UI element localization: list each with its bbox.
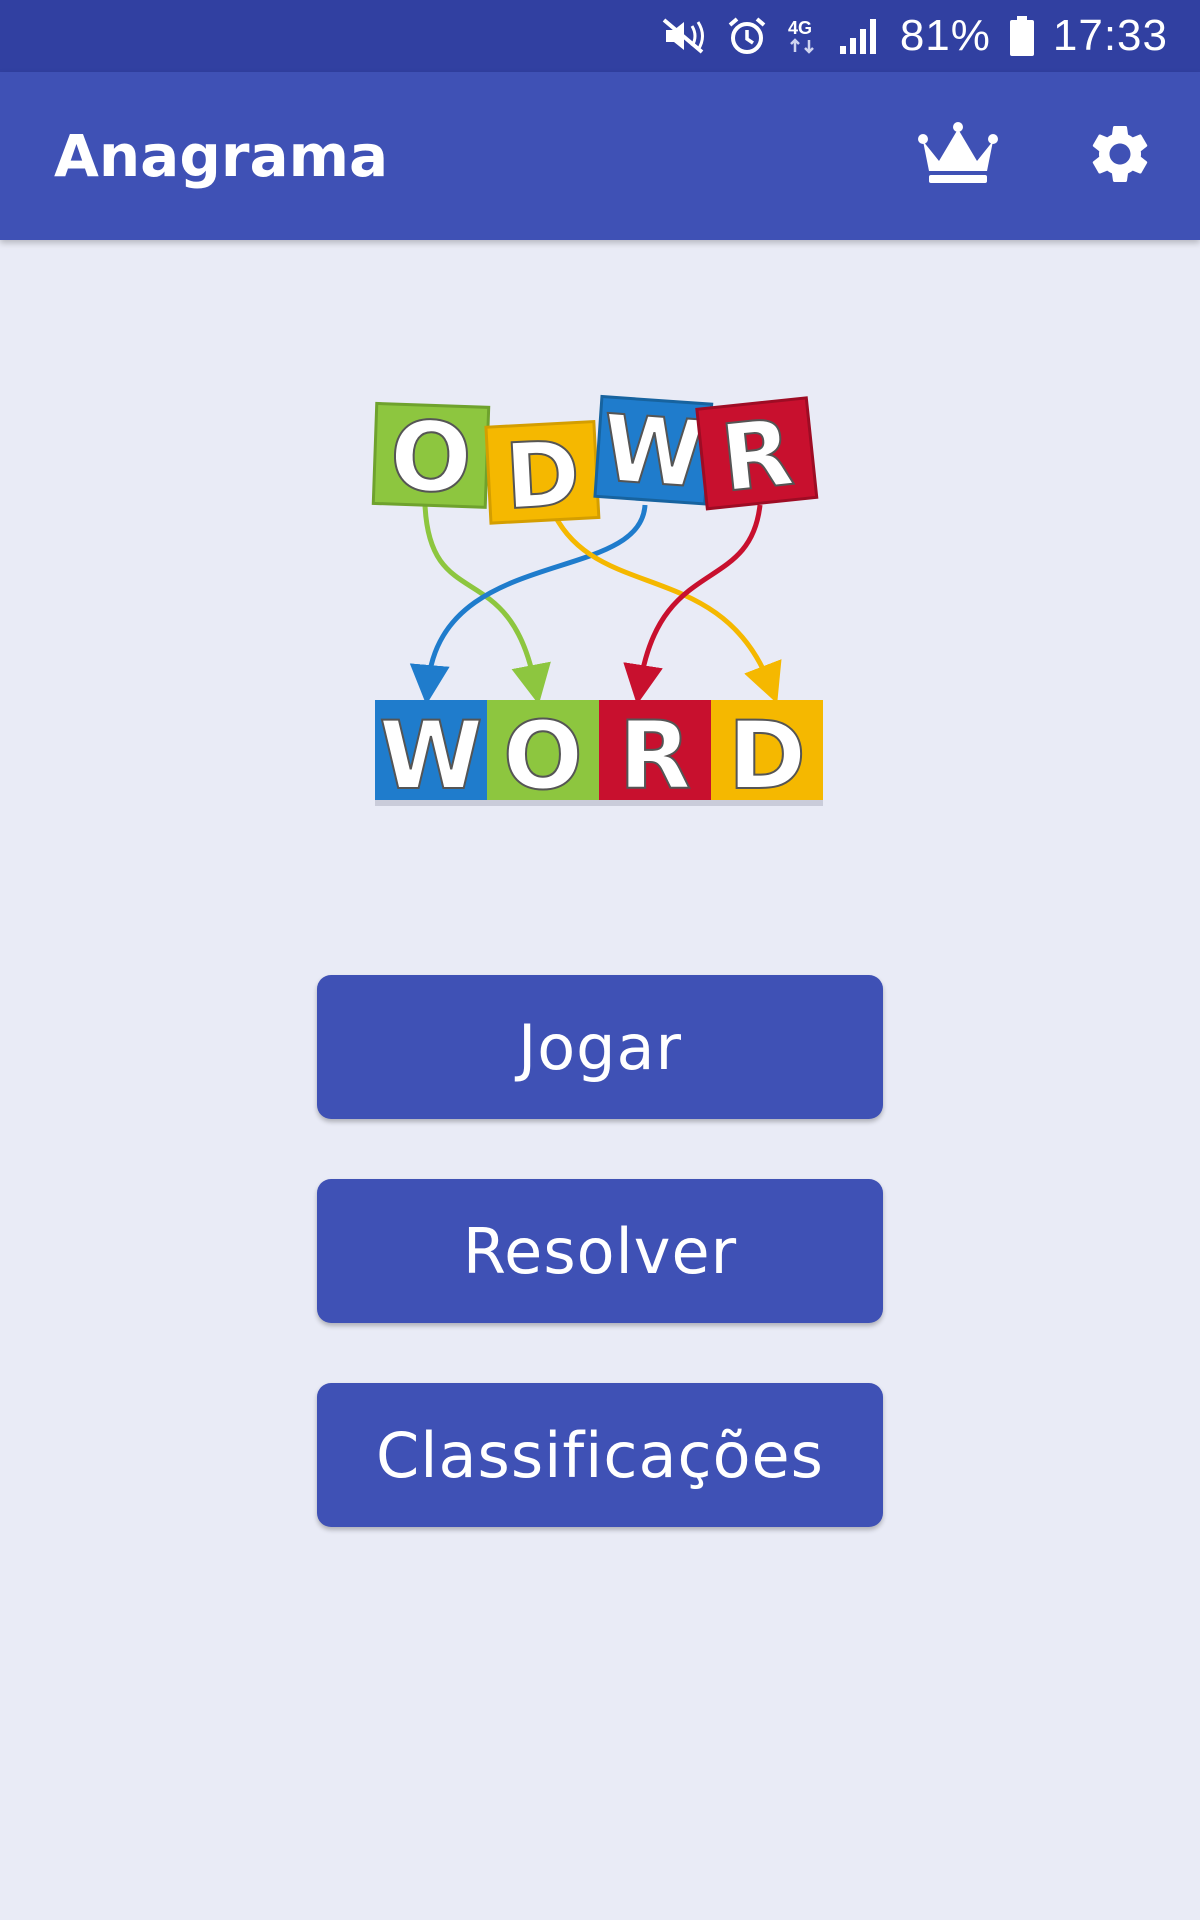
logo-tile-bottom: O (503, 702, 583, 811)
logo-tile-bottom: D (728, 702, 806, 811)
network-4g-icon: 4G (786, 16, 820, 56)
crown-icon (917, 121, 999, 191)
status-indicators: 4G 81% 17:33 (662, 0, 1168, 72)
settings-button[interactable] (1078, 114, 1162, 198)
alarm-icon (726, 15, 768, 57)
battery-icon (1009, 15, 1035, 57)
play-button[interactable]: Jogar (317, 975, 883, 1119)
logo-tile-top: D (503, 421, 583, 530)
mute-icon (662, 16, 708, 56)
app-bar: Anagrama (0, 72, 1200, 240)
logo-tile-top: W (599, 395, 708, 509)
solve-button[interactable]: Resolver (317, 1179, 883, 1323)
status-time: 17:33 (1052, 11, 1168, 60)
signal-icon (838, 16, 882, 56)
leaderboard-button[interactable] (916, 114, 1000, 198)
anagram-logo: O D W R W O R D (360, 385, 840, 825)
logo-tile-bottom: W (379, 702, 483, 811)
svg-text:4G: 4G (788, 18, 812, 38)
battery-percent: 81% (899, 11, 991, 60)
logo-tile-bottom: R (619, 702, 691, 811)
logo-tile-top: O (388, 400, 473, 515)
logo-tile-top: R (716, 399, 798, 513)
status-bar: 4G 81% 17:33 (0, 0, 1200, 72)
gear-icon (1085, 119, 1155, 193)
app-title: Anagrama (54, 122, 389, 190)
rankings-button[interactable]: Classificações (317, 1383, 883, 1527)
